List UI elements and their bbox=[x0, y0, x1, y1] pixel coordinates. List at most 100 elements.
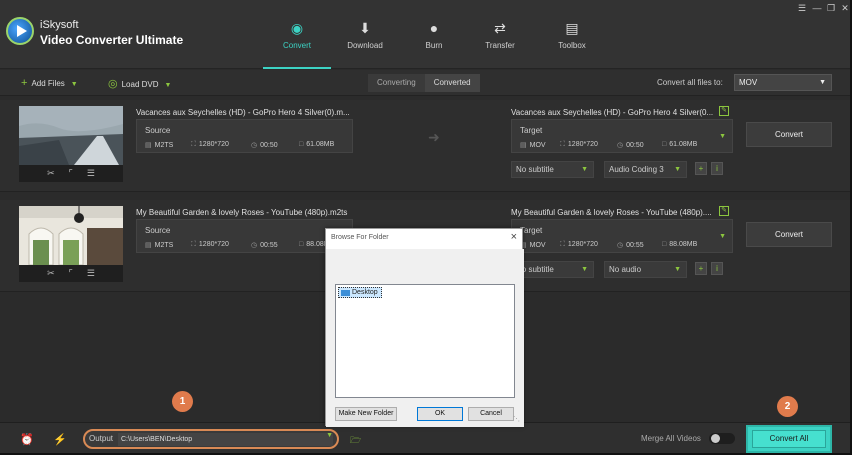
dialog-close-icon[interactable]: × bbox=[511, 231, 517, 243]
convert-all-label: Convert All bbox=[752, 430, 826, 448]
tab-converted[interactable]: Converted bbox=[424, 74, 480, 92]
target-label: Target bbox=[520, 126, 543, 135]
target-file-name: My Beautiful Garden & lovely Roses - You… bbox=[511, 208, 712, 217]
tab-download[interactable]: ⬇ Download bbox=[331, 0, 399, 69]
close-icon[interactable]: ✕ bbox=[839, 2, 850, 14]
target-info-box[interactable]: Target ▤ MOV ⛶ 1280*720 ◷ 00:55 □ 88.08MB ▼ bbox=[511, 219, 733, 253]
output-path-value[interactable]: C:\Users\BEN\Desktop bbox=[118, 433, 333, 446]
resolution-icon: ⛶ bbox=[191, 241, 196, 248]
target-duration: ◷ 00:55 bbox=[617, 242, 644, 249]
target-info-box[interactable]: Target ▤ MOV ⛶ 1280*720 ◷ 00:50 □ 61.08MB ▼ bbox=[511, 119, 733, 153]
folder-icon: □ bbox=[299, 241, 304, 248]
video-thumbnail[interactable] bbox=[19, 106, 123, 165]
add-files-label: Add Files bbox=[31, 79, 65, 88]
arrow-right-icon: ➜ bbox=[428, 129, 440, 145]
convert-all-to-label: Convert all files to: bbox=[657, 78, 723, 87]
folder-icon: □ bbox=[662, 141, 667, 148]
thumbnail-toolbar: ✂ ⌜ ☰ bbox=[19, 265, 123, 282]
source-resolution: ⛶ 1280*720 bbox=[191, 241, 229, 248]
folder-tree[interactable]: Desktop bbox=[335, 284, 515, 398]
output-label: Output bbox=[89, 434, 114, 443]
chevron-down-icon[interactable]: ▼ bbox=[719, 133, 726, 140]
output-path-control[interactable]: Output C:\Users\BEN\Desktop ▼ bbox=[83, 429, 339, 449]
load-dvd-button[interactable]: ◎ Load DVD ▼ bbox=[108, 77, 171, 90]
target-resolution: ⛶ 1280*720 bbox=[560, 141, 598, 148]
info-icon[interactable]: i bbox=[711, 262, 723, 275]
restore-icon[interactable]: ❐ bbox=[825, 2, 837, 14]
chevron-down-icon[interactable]: ▼ bbox=[165, 82, 172, 89]
folder-tree-item[interactable]: Desktop bbox=[338, 287, 382, 298]
audio-select[interactable]: No audio ▼ bbox=[604, 261, 687, 278]
tab-download-label: Download bbox=[347, 41, 383, 50]
open-folder-icon[interactable]: 🗁 bbox=[350, 433, 361, 449]
cut-icon[interactable]: ✂ bbox=[47, 168, 55, 179]
chevron-down-icon[interactable]: ▼ bbox=[719, 233, 726, 240]
info-icon[interactable]: i bbox=[711, 162, 723, 175]
thumbnail-toolbar: ✂ ⌜ ☰ bbox=[19, 165, 123, 182]
speed-bolt-icon[interactable]: ⚡ bbox=[53, 433, 67, 446]
folder-icon: □ bbox=[299, 141, 304, 148]
source-resolution: ⛶ 1280*720 bbox=[191, 141, 229, 148]
tab-converting[interactable]: Converting bbox=[368, 74, 425, 92]
cut-icon[interactable]: ✂ bbox=[47, 268, 55, 279]
chevron-down-icon[interactable]: ▼ bbox=[326, 432, 333, 439]
crop-icon[interactable]: ⌜ bbox=[69, 268, 73, 279]
source-duration: ◷ 00:50 bbox=[251, 142, 278, 149]
source-label: Source bbox=[145, 126, 171, 135]
target-label: Target bbox=[520, 226, 543, 235]
clock-icon: ◷ bbox=[251, 242, 258, 249]
ok-button[interactable]: OK bbox=[417, 407, 463, 421]
convert-all-format-select[interactable]: MOV ▼ bbox=[734, 74, 832, 91]
film-icon: ▤ bbox=[145, 242, 152, 249]
source-file-name: Vacances aux Seychelles (HD) - GoPro Her… bbox=[136, 108, 350, 117]
add-icon: + bbox=[21, 77, 28, 89]
cancel-button[interactable]: Cancel bbox=[468, 407, 514, 421]
add-subtitle-icon[interactable]: + bbox=[695, 262, 707, 275]
chevron-down-icon[interactable]: ▼ bbox=[71, 81, 78, 88]
dialog-title: Browse For Folder bbox=[331, 234, 389, 241]
tab-burn-label: Burn bbox=[425, 41, 443, 50]
convert-button[interactable]: Convert bbox=[746, 122, 832, 147]
subtitle-select[interactable]: No subtitle ▼ bbox=[511, 161, 594, 178]
edit-icon[interactable]: ✎ bbox=[719, 206, 729, 216]
status-segmented-control: Converting Converted bbox=[368, 74, 480, 92]
crop-icon[interactable]: ⌜ bbox=[69, 168, 73, 179]
add-files-button[interactable]: + Add Files ▼ bbox=[21, 77, 78, 89]
chevron-down-icon: ▼ bbox=[819, 79, 826, 86]
edit-icon[interactable]: ✎ bbox=[719, 106, 729, 116]
merge-toggle[interactable] bbox=[709, 433, 735, 444]
menu-icon[interactable]: ☰ bbox=[796, 2, 808, 14]
tab-convert[interactable]: ◉ Convert bbox=[263, 0, 331, 69]
convert-all-format-value: MOV bbox=[739, 78, 758, 87]
load-dvd-label: Load DVD bbox=[121, 80, 159, 89]
dialog-body: Desktop Make New Folder OK Cancel bbox=[326, 249, 524, 427]
dvd-icon: ◎ bbox=[108, 78, 118, 90]
product-name: Video Converter Ultimate bbox=[40, 33, 184, 47]
target-size: □ 61.08MB bbox=[662, 141, 698, 148]
resize-grip-icon[interactable]: ⋱ bbox=[513, 415, 520, 423]
target-file-name: Vacances aux Seychelles (HD) - GoPro Her… bbox=[511, 108, 714, 117]
video-thumbnail[interactable] bbox=[19, 206, 123, 265]
tab-burn[interactable]: ● Burn bbox=[400, 0, 468, 69]
effects-icon[interactable]: ☰ bbox=[87, 168, 95, 179]
resolution-icon: ⛶ bbox=[191, 141, 196, 148]
audio-select[interactable]: Audio Coding 3 ▼ bbox=[604, 161, 687, 178]
alarm-clock-icon[interactable]: ⏰ bbox=[20, 433, 34, 446]
folder-icon: □ bbox=[662, 241, 667, 248]
convert-all-button[interactable]: Convert All bbox=[746, 425, 832, 453]
tab-transfer[interactable]: ⇄ Transfer bbox=[466, 0, 534, 69]
minimize-icon[interactable]: — bbox=[811, 2, 823, 14]
convert-button[interactable]: Convert bbox=[746, 222, 832, 247]
source-format: ▤ M2TS bbox=[145, 242, 174, 249]
make-new-folder-button[interactable]: Make New Folder bbox=[335, 407, 397, 421]
resolution-icon: ⛶ bbox=[560, 141, 565, 148]
convert-icon: ◉ bbox=[290, 20, 304, 36]
app-window: iSkysoft Video Converter Ultimate ◉ Conv… bbox=[0, 0, 852, 455]
chevron-down-icon: ▼ bbox=[581, 166, 588, 173]
add-subtitle-icon[interactable]: + bbox=[695, 162, 707, 175]
tab-toolbox[interactable]: ▤ Toolbox bbox=[538, 0, 606, 69]
resolution-icon: ⛶ bbox=[560, 241, 565, 248]
effects-icon[interactable]: ☰ bbox=[87, 268, 95, 279]
folder-tree-item-label: Desktop bbox=[352, 289, 378, 296]
source-info-box: Source ▤ M2TS ⛶ 1280*720 ◷ 00:50 □ 61.08MB bbox=[136, 119, 353, 153]
